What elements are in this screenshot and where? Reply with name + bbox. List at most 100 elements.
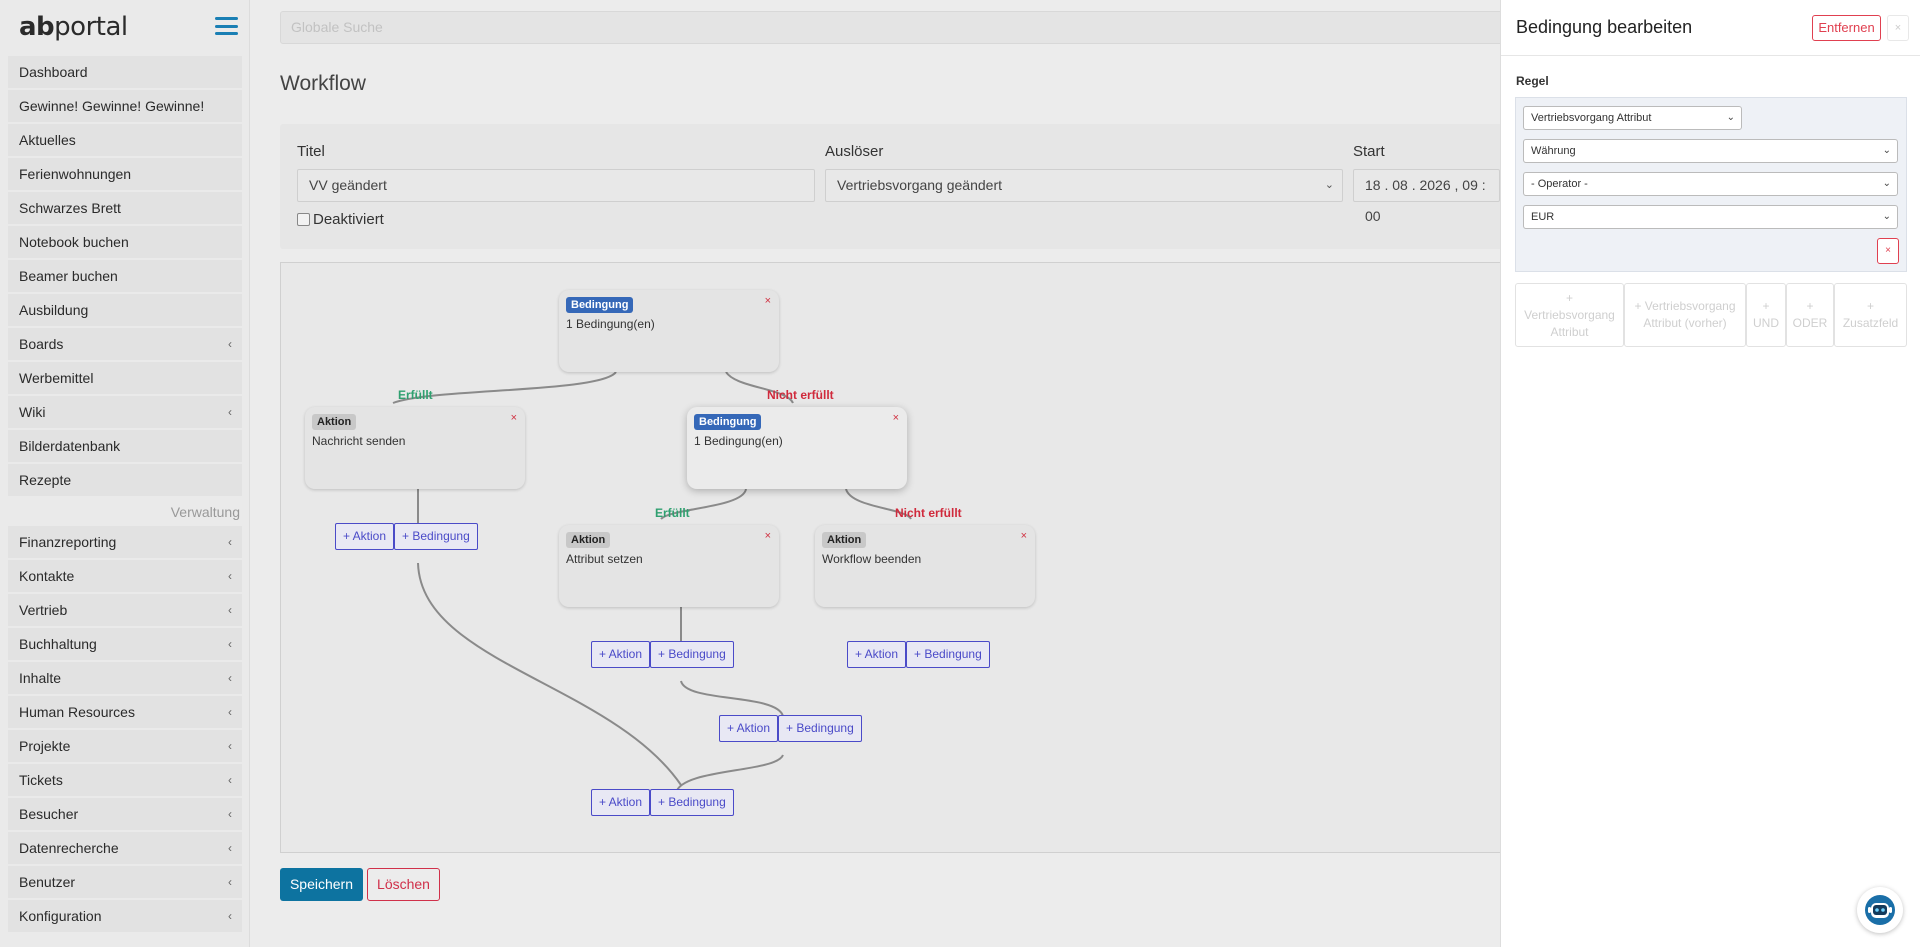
add-rule-buttons: + Vertriebsvorgang Attribut + Vertriebsv… <box>1515 283 1907 347</box>
remove-node-icon[interactable]: × <box>893 412 899 424</box>
main-content: Globale Suche Workflow Titel VV geändert… <box>250 0 1530 947</box>
chevron-down-icon: ⌄ <box>1882 145 1891 156</box>
ausloeser-select[interactable]: Vertriebsvorgang geändert ⌄ <box>825 169 1343 202</box>
chevron-left-icon: ‹ <box>228 875 232 889</box>
add-condition-button[interactable]: + Bedingung <box>778 715 862 742</box>
sidebar-item[interactable]: Buchhaltung ‹ <box>8 628 242 660</box>
workflow-node-condition-selected[interactable]: Bedingung × 1 Bedingung(en) <box>687 407 907 489</box>
sidebar-item[interactable]: Beamer buchen <box>8 260 242 292</box>
workflow-canvas[interactable]: Bedingung × 1 Bedingung(en) Erfüllt Nich… <box>280 262 1530 853</box>
add-action-button[interactable]: + Aktion <box>847 641 907 668</box>
sidebar-item[interactable]: Inhalte ‹ <box>8 662 242 694</box>
action-badge: Aktion <box>312 414 357 430</box>
sidebar-item[interactable]: Tickets ‹ <box>8 764 242 796</box>
workflow-node-action[interactable]: Aktion × Nachricht senden <box>305 407 525 489</box>
add-vertriebsvorgang-attribut-vorher-button[interactable]: + Vertriebsvorgang Attribut (vorher) <box>1624 283 1746 347</box>
add-condition-button[interactable]: + Bedingung <box>650 789 734 816</box>
sidebar-item[interactable]: Bilderdatenbank <box>8 430 242 462</box>
sidebar-item[interactable]: Ausbildung <box>8 294 242 326</box>
remove-button[interactable]: Entfernen <box>1812 15 1881 41</box>
edge-label-not-fulfilled: Nicht erfüllt <box>895 506 962 520</box>
sidebar-item[interactable]: Benutzer ‹ <box>8 866 242 898</box>
remove-node-icon[interactable]: × <box>511 412 517 424</box>
node-text: Nachricht senden <box>312 434 406 448</box>
sidebar-section-label: Verwaltung <box>170 504 240 520</box>
sidebar-item[interactable]: Besucher ‹ <box>8 798 242 830</box>
sidebar-item[interactable]: Konfiguration ‹ <box>8 900 242 932</box>
add-condition-button[interactable]: + Bedingung <box>906 641 990 668</box>
chevron-down-icon: ⌄ <box>1882 211 1891 222</box>
add-condition-button[interactable]: + Bedingung <box>394 523 478 550</box>
chevron-left-icon: ‹ <box>228 337 232 351</box>
add-action-button[interactable]: + Aktion <box>335 523 395 550</box>
sidebar-item[interactable]: Schwarzes Brett <box>8 192 242 224</box>
attribute-select[interactable]: Währung ⌄ <box>1523 139 1898 163</box>
operator-select[interactable]: - Operator - ⌄ <box>1523 172 1898 196</box>
delete-button[interactable]: Löschen <box>367 868 440 901</box>
sidebar-item[interactable]: Projekte ‹ <box>8 730 242 762</box>
sidebar-item[interactable]: Rezepte <box>8 464 242 496</box>
sidebar-item[interactable]: Wiki ‹ <box>8 396 242 428</box>
chevron-left-icon: ‹ <box>228 569 232 583</box>
sidebar-item[interactable]: Finanzreporting ‹ <box>8 526 242 558</box>
remove-rule-button[interactable]: × <box>1877 238 1899 264</box>
sidebar: abportal Dashboard Gewinne! Gewinne! Gew… <box>0 0 250 947</box>
sidebar-item[interactable]: Werbemittel <box>8 362 242 394</box>
remove-node-icon[interactable]: × <box>1021 530 1027 542</box>
add-action-button[interactable]: + Aktion <box>591 641 651 668</box>
sidebar-item[interactable]: Dashboard <box>8 56 242 88</box>
sidebar-item[interactable]: Vertrieb ‹ <box>8 594 242 626</box>
chevron-left-icon: ‹ <box>228 739 232 753</box>
sidebar-item[interactable]: Boards ‹ <box>8 328 242 360</box>
add-vertriebsvorgang-attribut-button[interactable]: + Vertriebsvorgang Attribut <box>1515 283 1624 347</box>
panel-title: Bedingung bearbeiten <box>1516 17 1693 37</box>
node-text: 1 Bedingung(en) <box>694 434 783 448</box>
titel-label: Titel <box>297 143 325 160</box>
chevron-left-icon: ‹ <box>228 405 232 419</box>
value-select[interactable]: EUR ⌄ <box>1523 205 1898 229</box>
titel-input[interactable]: VV geändert <box>297 169 815 202</box>
chevron-left-icon: ‹ <box>228 637 232 651</box>
divider <box>1501 55 1920 56</box>
add-buttons-group: + Aktion + Bedingung <box>335 523 478 550</box>
chevron-down-icon: ⌄ <box>1324 179 1334 191</box>
chevron-left-icon: ‹ <box>228 705 232 719</box>
hamburger-icon[interactable] <box>215 17 238 35</box>
robot-icon[interactable] <box>1857 887 1903 933</box>
chevron-down-icon: ⌄ <box>1882 178 1891 189</box>
action-badge: Aktion <box>822 532 867 548</box>
add-und-button[interactable]: + UND <box>1746 283 1786 347</box>
add-action-button[interactable]: + Aktion <box>591 789 651 816</box>
add-oder-button[interactable]: + ODER <box>1786 283 1834 347</box>
workflow-node-condition[interactable]: Bedingung × 1 Bedingung(en) <box>559 290 779 372</box>
sidebar-item[interactable]: Notebook buchen <box>8 226 242 258</box>
add-buttons-group: + Aktion + Bedingung <box>591 641 734 668</box>
add-condition-button[interactable]: + Bedingung <box>650 641 734 668</box>
condition-badge: Bedingung <box>694 414 762 430</box>
edge-label-fulfilled: Erfüllt <box>655 506 690 520</box>
sidebar-item[interactable]: Ferienwohnungen <box>8 158 242 190</box>
sidebar-item[interactable]: Datenrecherche ‹ <box>8 832 242 864</box>
sidebar-item[interactable]: Aktuelles <box>8 124 242 156</box>
start-label: Start <box>1353 143 1385 160</box>
sidebar-item[interactable]: Kontakte ‹ <box>8 560 242 592</box>
close-icon[interactable]: × <box>1887 15 1909 41</box>
workflow-node-action[interactable]: Aktion × Attribut setzen <box>559 525 779 607</box>
source-select[interactable]: Vertriebsvorgang Attribut ⌄ <box>1523 106 1742 130</box>
start-datetime-input[interactable]: 18 . 08 . 2026 , 09 : 00 <box>1353 169 1500 224</box>
remove-node-icon[interactable]: × <box>765 530 771 542</box>
add-action-button[interactable]: + Aktion <box>719 715 779 742</box>
checkbox-box[interactable] <box>297 213 310 226</box>
page-title: Workflow <box>280 72 366 95</box>
sidebar-item[interactable]: Human Resources ‹ <box>8 696 242 728</box>
search-input[interactable]: Globale Suche <box>280 11 1530 44</box>
remove-node-icon[interactable]: × <box>765 295 771 307</box>
add-buttons-group: + Aktion + Bedingung <box>719 715 862 742</box>
logo[interactable]: abportal <box>19 12 128 42</box>
workflow-node-action[interactable]: Aktion × Workflow beenden <box>815 525 1035 607</box>
deaktiviert-checkbox[interactable]: Deaktiviert <box>297 211 384 228</box>
chevron-left-icon: ‹ <box>228 671 232 685</box>
add-zusatzfeld-button[interactable]: + Zusatzfeld <box>1834 283 1907 347</box>
save-button[interactable]: Speichern <box>280 868 363 901</box>
sidebar-item[interactable]: Gewinne! Gewinne! Gewinne! <box>8 90 242 122</box>
